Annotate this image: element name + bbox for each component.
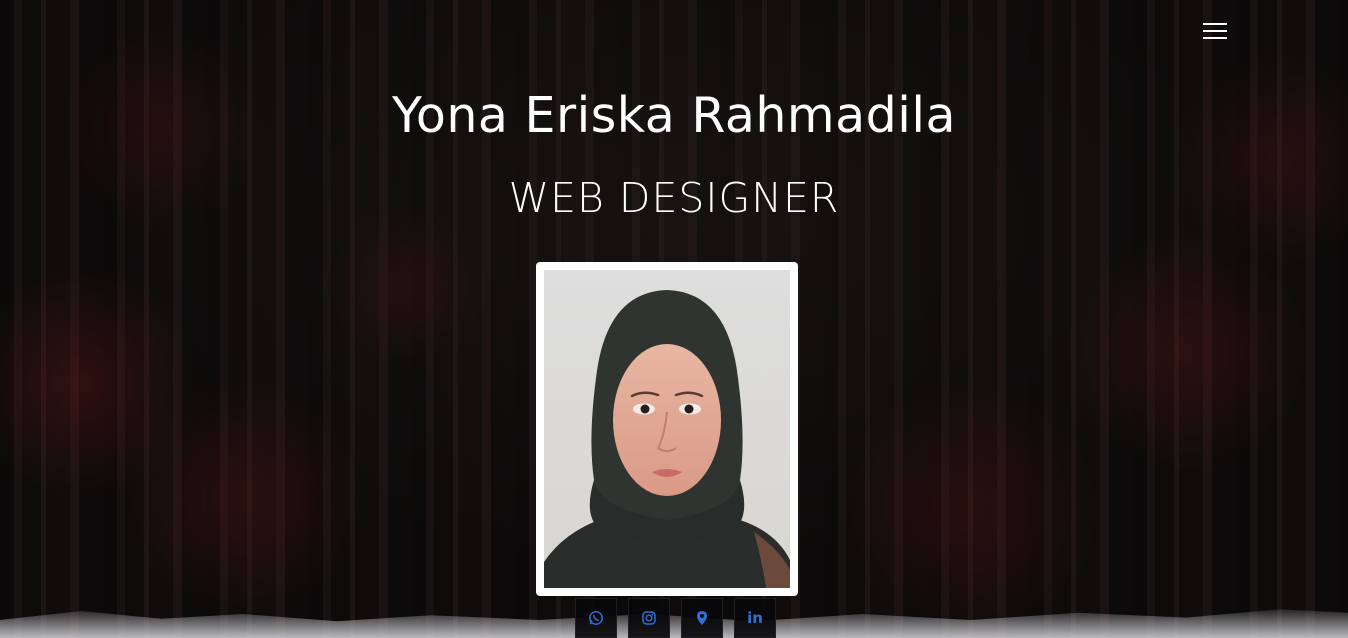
location-link[interactable]	[681, 598, 723, 638]
instagram-link[interactable]	[628, 598, 670, 638]
profile-photo	[544, 270, 790, 588]
profile-photo-frame	[536, 262, 798, 596]
whatsapp-icon	[589, 611, 603, 625]
linkedin-link[interactable]: in	[734, 598, 776, 638]
menu-bar-bottom	[1203, 37, 1227, 39]
instagram-icon	[642, 611, 656, 625]
job-title: WEB DESIGNER	[508, 174, 840, 222]
menu-bar-top	[1203, 23, 1227, 25]
profile-photo-illustration	[544, 270, 790, 588]
page-title: Yona Eriska Rahmadila	[391, 87, 957, 144]
social-links: in	[575, 598, 776, 638]
menu-bar-middle	[1203, 30, 1227, 32]
hamburger-menu-icon[interactable]	[1200, 20, 1230, 42]
location-pin-icon	[697, 611, 707, 625]
linkedin-icon: in	[747, 609, 763, 627]
whatsapp-link[interactable]	[575, 598, 617, 638]
